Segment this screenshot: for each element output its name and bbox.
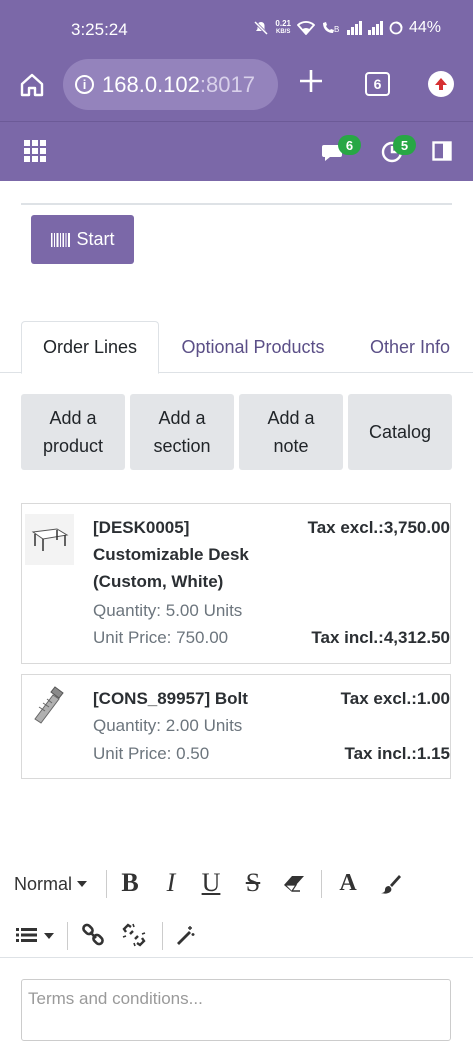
url-bar[interactable]: i 168.0.102:8017: [63, 59, 278, 110]
status-time: 3:25:24: [71, 20, 128, 39]
start-button-label: Start: [76, 229, 115, 249]
catalog-button[interactable]: Catalog: [348, 394, 452, 470]
tab-count: 6: [373, 76, 382, 92]
terms-placeholder: Terms and conditions...: [28, 989, 203, 1008]
status-bar: 3:25:24 0.21 KB/S B 44%: [0, 0, 473, 58]
unlink-icon[interactable]: [121, 922, 147, 948]
toolbar-separator: [106, 870, 107, 898]
start-button[interactable]: Start: [31, 215, 134, 264]
product-thumbnail: [25, 681, 74, 732]
mute-icon: [254, 20, 269, 36]
section-divider: [21, 203, 452, 205]
url-port: :8017: [199, 71, 255, 97]
status-icons: 0.21 KB/S B 44%: [253, 19, 441, 37]
desk-icon: [31, 528, 69, 551]
italic-icon[interactable]: I: [157, 868, 185, 898]
tab-order-lines[interactable]: Order Lines: [21, 321, 159, 374]
line-quantity: Quantity: 5.00 Units: [93, 601, 243, 620]
product-thumbnail: [25, 514, 74, 565]
toolbar-separator: [162, 922, 163, 950]
info-icon[interactable]: i: [75, 75, 94, 94]
line-tax-incl: Tax incl.:4,312.50: [311, 628, 450, 647]
font-color-icon[interactable]: A: [334, 868, 362, 898]
signal-2-icon: [367, 21, 383, 35]
line-unit-price: Unit Price: 750.00: [93, 628, 229, 647]
terms-and-conditions-field[interactable]: Terms and conditions...: [21, 979, 451, 1041]
order-line-card[interactable]: [DESK0005] Customizable Desk (Custom, Wh…: [21, 503, 451, 664]
magic-wand-icon[interactable]: [173, 922, 197, 948]
line-unit-price: Unit Price: 0.50: [93, 744, 210, 763]
line-tax-incl: Tax incl.:1.15: [344, 744, 450, 763]
battery-icon: [389, 21, 403, 35]
list-icon[interactable]: [16, 922, 56, 948]
url-host: 168.0.102: [102, 71, 200, 97]
tab-optional-products[interactable]: Optional Products: [170, 321, 336, 373]
eraser-icon[interactable]: [281, 870, 309, 898]
update-icon: [435, 78, 447, 90]
update-button[interactable]: [428, 71, 454, 97]
new-tab-button[interactable]: [298, 66, 324, 100]
add-product-button[interactable]: Add a product: [21, 394, 125, 470]
barcode-icon: [51, 232, 71, 247]
product-name: [DESK0005] Customizable Desk (Custom, Wh…: [93, 518, 249, 591]
underline-icon[interactable]: U: [197, 868, 225, 898]
style-select[interactable]: Normal: [14, 870, 88, 898]
link-icon[interactable]: [80, 922, 106, 948]
tab-switcher-button[interactable]: 6: [365, 72, 390, 96]
caret-down-icon: [77, 881, 88, 887]
call-icon: B: [322, 22, 339, 34]
activities-badge: 5: [393, 135, 416, 155]
browser-toolbar: i 168.0.102:8017 6: [0, 58, 473, 121]
messages-badge: 6: [338, 135, 361, 155]
add-note-button[interactable]: Add a note: [239, 394, 343, 470]
tab-other-info[interactable]: Other Info: [360, 321, 460, 373]
order-line-card[interactable]: [CONS_89957] Bolt Quantity: 2.00 Units U…: [21, 674, 451, 779]
app-navbar: 6 5: [0, 121, 473, 181]
strikethrough-icon[interactable]: S: [239, 868, 267, 898]
editor-divider: [0, 957, 473, 958]
bolt-icon: [34, 686, 64, 724]
net-speed: 0.21 KB/S: [275, 19, 291, 36]
wifi-icon: [296, 21, 315, 35]
signal-1-icon: [346, 21, 362, 35]
line-quantity: Quantity: 2.00 Units: [93, 716, 243, 735]
home-icon[interactable]: [18, 71, 46, 99]
line-tax-excl: Tax excl.:1.00: [340, 689, 450, 708]
toolbar-separator: [321, 870, 322, 898]
plus-icon: [300, 70, 322, 92]
background-color-icon[interactable]: [376, 870, 404, 898]
line-tax-excl: Tax excl.:3,750.00: [307, 518, 450, 537]
add-section-button[interactable]: Add a section: [130, 394, 234, 470]
battery-level: 44%: [408, 19, 441, 36]
apps-icon[interactable]: [24, 140, 46, 162]
toolbar-separator: [67, 922, 68, 950]
bold-icon[interactable]: B: [116, 868, 144, 898]
svg-text:B: B: [334, 25, 339, 34]
form-tabs: Order Lines Optional Products Other Info: [0, 321, 473, 374]
sidebar-icon[interactable]: [432, 141, 452, 161]
product-name: [CONS_89957] Bolt: [93, 689, 248, 708]
